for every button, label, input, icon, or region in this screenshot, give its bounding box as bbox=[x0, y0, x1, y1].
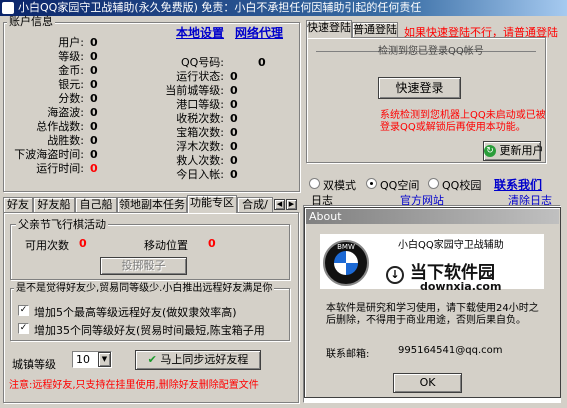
account-field-value: 0 bbox=[230, 84, 238, 97]
account-field-label: 银元: bbox=[58, 78, 84, 91]
account-field-value: 0 bbox=[230, 168, 238, 181]
tab-features[interactable]: 功能专区 bbox=[187, 195, 237, 213]
throw-dice-button[interactable]: 投掷骰子 bbox=[100, 257, 187, 275]
detected-account-text: 检测到您已登录QQ帐号 bbox=[378, 46, 484, 57]
account-field-label: 分数: bbox=[58, 92, 84, 105]
download-icon: ↓ bbox=[386, 266, 404, 284]
account-field-value: 0 bbox=[258, 56, 266, 69]
radio-qq-space[interactable] bbox=[366, 178, 377, 189]
about-body: 本软件是研究和学习使用，请下载使用24小时之后删除，不得用于商业用途，否则后果自… bbox=[326, 303, 539, 326]
account-field-label: 等级: bbox=[58, 50, 84, 63]
remote-friend-group-label: 是不是觉得好友少,贸易同等级少.小白推出远程好友满足你 bbox=[14, 283, 275, 295]
available-count-label: 可用次数 bbox=[25, 239, 69, 252]
contact-us-link[interactable]: 联系我们 bbox=[494, 176, 542, 193]
tab-normal-login[interactable]: 普通登陆 bbox=[352, 22, 398, 38]
radio-qq-campus[interactable] bbox=[428, 178, 439, 189]
bmw-logo-text: BMW bbox=[337, 243, 355, 251]
city-level-label: 城镇等级 bbox=[12, 358, 56, 371]
account-field-value: 0 bbox=[90, 148, 98, 161]
remote-friend-note: 注意:远程好友,只支持在挂里使用,删除好友删除配置文件 bbox=[9, 380, 259, 391]
account-field-value: 0 bbox=[90, 64, 98, 77]
account-field-value: 0 bbox=[90, 78, 98, 91]
account-field-label: 今日入帐: bbox=[176, 168, 224, 181]
account-field-value: 0 bbox=[230, 70, 238, 83]
checkmark-icon: ✔ bbox=[147, 353, 157, 366]
account-field-value: 0 bbox=[230, 140, 238, 153]
radio-dual-mode-label: 双模式 bbox=[323, 179, 356, 192]
tab-synthesis[interactable]: 合成/ bbox=[237, 197, 273, 213]
refresh-user-button[interactable]: ↻ 更新用户 bbox=[483, 141, 544, 161]
account-field-label: 战胜数: bbox=[47, 134, 84, 147]
tab-friends[interactable]: 好友 bbox=[3, 197, 33, 213]
title-bar[interactable]: 小白QQ家园守卫战辅助(永久免费版) 免责：小白不承担任何因辅助引起的任何责任 bbox=[0, 0, 567, 16]
account-field-label: 救人次数: bbox=[176, 154, 224, 167]
checkbox-same-level-friends-label: 增加35个同等级好友(贸易时间最短,陈宝箱子用 bbox=[34, 324, 265, 337]
app-icon bbox=[2, 2, 14, 14]
tab-territory-quests[interactable]: 领地副本任务 bbox=[117, 197, 187, 213]
tab-friend-ships[interactable]: 好友船 bbox=[33, 197, 75, 213]
radio-qq-campus-label: QQ校园 bbox=[442, 179, 482, 192]
account-field-label: 总作战数: bbox=[36, 120, 84, 133]
festival-group-label: 父亲节飞行棋活动 bbox=[16, 218, 108, 231]
bmw-logo: BMW bbox=[323, 240, 369, 286]
radio-dual-mode[interactable] bbox=[309, 178, 320, 189]
account-field-value: 0 bbox=[90, 50, 98, 63]
account-field-label: 运行状态: bbox=[176, 70, 224, 83]
account-field-value: 0 bbox=[90, 162, 98, 175]
account-field-value: 0 bbox=[230, 126, 238, 139]
account-field-value: 0 bbox=[230, 98, 238, 111]
account-field-label: 港口等级: bbox=[176, 98, 224, 111]
move-position-label: 移动位置 bbox=[144, 239, 188, 252]
sync-remote-friends-label: 马上同步远好友程 bbox=[160, 353, 249, 366]
account-field-label: 当前城等级: bbox=[165, 84, 224, 97]
sync-remote-friends-button[interactable]: ✔ 马上同步远好友程 bbox=[135, 350, 261, 370]
about-title-bar[interactable]: About bbox=[306, 209, 559, 224]
city-level-value: 10 bbox=[76, 353, 90, 366]
about-title: About bbox=[309, 210, 342, 223]
tab-scroll-left-icon[interactable]: ◀ bbox=[274, 199, 285, 210]
account-field-label: 收税次数: bbox=[176, 112, 224, 125]
account-field-value: 0 bbox=[90, 92, 98, 105]
tab-scroll-right-icon[interactable]: ▶ bbox=[286, 199, 297, 210]
refresh-user-label: 更新用户 bbox=[499, 144, 544, 157]
checkbox-top-level-friends-label: 增加5个最高等级远程好友(做奴隶效率高) bbox=[34, 306, 237, 319]
account-field-label: QQ号码: bbox=[180, 56, 224, 69]
account-field-label: 金币: bbox=[58, 64, 84, 77]
account-field-value: 0 bbox=[230, 112, 238, 125]
account-info-label: 账户信息 bbox=[7, 15, 55, 28]
refresh-icon: ↻ bbox=[484, 145, 496, 157]
tab-own-ship[interactable]: 自己船 bbox=[75, 197, 117, 213]
chevron-down-icon[interactable]: ▼ bbox=[98, 352, 111, 367]
email-label: 联系邮箱: bbox=[326, 349, 370, 360]
account-field-value: 0 bbox=[90, 120, 98, 133]
account-field-value: 0 bbox=[90, 134, 98, 147]
move-position-value: 0 bbox=[208, 237, 216, 250]
account-field-label: 海盗波: bbox=[47, 106, 84, 119]
email-address: 995164541@qq.com bbox=[398, 345, 503, 356]
radio-qq-space-label: QQ空间 bbox=[380, 179, 420, 192]
brand-url: downxia.com bbox=[420, 280, 502, 293]
about-app-name: 小白QQ家园守卫战辅助 bbox=[398, 240, 504, 251]
local-settings-link[interactable]: 本地设置 bbox=[176, 24, 224, 41]
account-field-label: 宝箱次数: bbox=[176, 126, 224, 139]
checkbox-top-level-friends[interactable]: ✓ bbox=[18, 305, 29, 316]
account-field-value: 0 bbox=[90, 106, 98, 119]
city-level-select[interactable]: 10 ▼ bbox=[72, 351, 112, 368]
checkbox-same-level-friends[interactable]: ✓ bbox=[18, 323, 29, 334]
account-field-value: 0 bbox=[230, 154, 238, 167]
available-count-value: 0 bbox=[79, 237, 87, 250]
account-field-label: 运行时间: bbox=[36, 162, 84, 175]
quick-login-button[interactable]: 快速登录 bbox=[378, 77, 461, 99]
account-field-label: 用户: bbox=[58, 36, 84, 49]
tab-quick-login[interactable]: 快速登陆 bbox=[306, 20, 352, 38]
login-help-text: 系统检测到您机器上QQ未启动或已被登录QQ或解锁后再使用本功能。 bbox=[380, 110, 546, 133]
window-title: 小白QQ家园守卫战辅助(永久免费版) 免责：小白不承担任何因辅助引起的任何责任 bbox=[18, 1, 422, 14]
network-proxy-link[interactable]: 网络代理 bbox=[235, 24, 283, 41]
account-field-value: 0 bbox=[90, 36, 98, 49]
account-field-label: 浮木次数: bbox=[176, 140, 224, 153]
account-field-label: 下波海盗时间: bbox=[14, 148, 84, 161]
ok-button[interactable]: OK bbox=[393, 373, 462, 393]
